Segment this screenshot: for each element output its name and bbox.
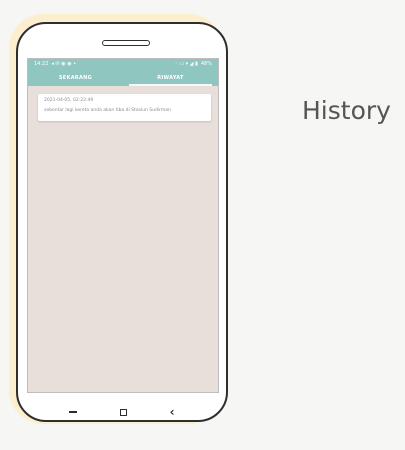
history-timestamp: 2021-04-05, 02:22:49: [44, 98, 94, 103]
notification-icons: ◂ ✉ ◉ ◉ •: [51, 61, 77, 67]
tab-bar: SEKARANG RIWAYAT: [28, 69, 218, 86]
history-message: sebentar lagi kereta anda akan tiba di S…: [44, 108, 171, 113]
status-battery: 48%: [200, 61, 212, 67]
system-icons: ◦ ▭ ▾ ◢ ▮: [174, 61, 198, 67]
navigation-bar: ‹: [18, 402, 226, 422]
phone-frame: 14:22 ◂ ✉ ◉ ◉ • ◦ ▭ ▾ ◢ ▮ 48% SEKARANG R…: [16, 22, 228, 422]
home-nav-icon[interactable]: [120, 408, 127, 416]
tab-riwayat[interactable]: RIWAYAT: [123, 69, 218, 86]
history-card[interactable]: 2021-04-05, 02:22:49 sebentar lagi keret…: [38, 94, 211, 121]
back-nav-icon[interactable]: [69, 411, 78, 413]
tab-sekarang[interactable]: SEKARANG: [28, 69, 123, 86]
status-bar: 14:22 ◂ ✉ ◉ ◉ • ◦ ▭ ▾ ◢ ▮ 48%: [28, 59, 218, 69]
recent-nav-icon[interactable]: ‹: [170, 406, 175, 418]
status-time: 14:22: [34, 61, 49, 67]
page-title: History: [302, 96, 391, 125]
phone-speaker: [102, 40, 150, 46]
app-screen: 14:22 ◂ ✉ ◉ ◉ • ◦ ▭ ▾ ◢ ▮ 48% SEKARANG R…: [27, 58, 219, 393]
